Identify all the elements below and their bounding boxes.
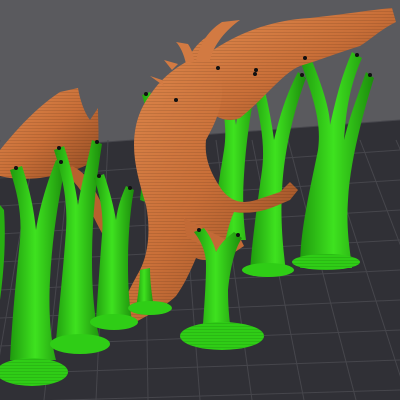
slicer-viewport <box>0 0 400 400</box>
support-tip <box>355 53 359 57</box>
support-tip <box>253 72 257 76</box>
support-tip <box>57 146 61 150</box>
support-tip <box>95 140 99 144</box>
support-tip <box>144 92 148 96</box>
support-tip <box>128 186 132 190</box>
support-tip <box>14 166 18 170</box>
support-tip <box>216 66 220 70</box>
support-tip <box>97 174 101 178</box>
support-tip <box>174 98 178 102</box>
support-tip <box>236 233 240 237</box>
support-tip <box>254 68 258 72</box>
support-tip <box>368 73 372 77</box>
support-tip <box>303 56 307 60</box>
support-tip <box>197 228 201 232</box>
support-tip <box>59 160 63 164</box>
support-tip <box>300 73 304 77</box>
